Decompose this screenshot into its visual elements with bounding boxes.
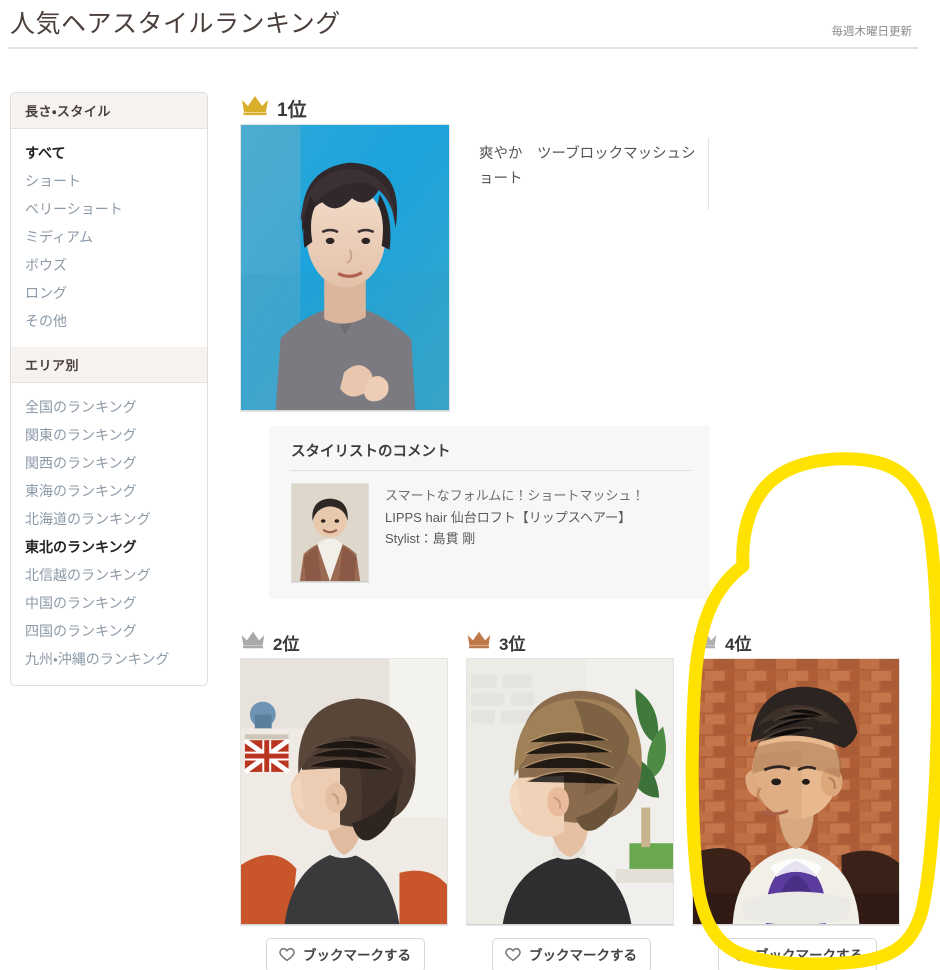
rank-3-label: 3位 <box>499 636 525 655</box>
sidebar-item-area-shikoku[interactable]: 四国のランキング <box>11 617 207 645</box>
heart-icon <box>504 946 522 965</box>
rank-2-label: 2位 <box>273 636 299 655</box>
rank-2-header: 2位 <box>240 625 466 655</box>
sidebar-item-area-kanto[interactable]: 関東のランキング <box>11 421 207 449</box>
sidebar-item-area-chugoku[interactable]: 中国のランキング <box>11 589 207 617</box>
rank-1-label: 1位 <box>277 101 307 122</box>
sidebar-list-length-style: すべて ショート ベリーショート ミディアム ボウズ ロング その他 <box>11 129 207 347</box>
rank-3-bookmark-label: ブックマークする <box>529 949 637 963</box>
rank-4-bookmark-label: ブックマークする <box>755 949 863 963</box>
rank-4-label: 4位 <box>725 636 751 655</box>
sidebar-item-area-hokkaido[interactable]: 北海道のランキング <box>11 505 207 533</box>
sidebar-item-area-kyushu-okinawa[interactable]: 九州・沖縄のランキング <box>11 645 207 673</box>
page-title: 人気ヘアスタイルランキング <box>10 4 341 40</box>
crown-icon <box>466 629 492 655</box>
crown-icon <box>692 629 718 655</box>
header-divider <box>8 47 918 49</box>
sidebar-item-area-tohoku[interactable]: 東北のランキング <box>11 533 207 561</box>
sidebar: 長さ・スタイル すべて ショート ベリーショート ミディアム ボウズ ロング そ… <box>10 92 208 686</box>
page-header: 人気ヘアスタイルランキング 毎週木曜日更新 <box>0 0 940 52</box>
rank-3-bookmark-button[interactable]: ブックマークする <box>492 938 651 970</box>
sidebar-section-heading-area: エリア別 <box>11 347 207 383</box>
rank-2-photo[interactable] <box>240 658 448 926</box>
crown-icon <box>240 93 270 122</box>
stylist-avatar[interactable] <box>291 483 369 583</box>
sidebar-item-bouzu[interactable]: ボウズ <box>11 251 207 279</box>
rank-4-bookmark-button[interactable]: ブックマークする <box>718 938 877 970</box>
sidebar-item-area-tokai[interactable]: 東海のランキング <box>11 477 207 505</box>
stylist-comment-headline: スマートなフォルムに！ショートマッシュ！ <box>385 485 692 507</box>
stylist-comment-text: スマートなフォルムに！ショートマッシュ！ LIPPS hair 仙台ロフト【リッ… <box>385 483 692 583</box>
rank-3-header: 3位 <box>466 625 692 655</box>
rank-4-item: 4位 <box>692 625 918 970</box>
sidebar-item-area-national[interactable]: 全国のランキング <box>11 393 207 421</box>
sidebar-item-all[interactable]: すべて <box>11 139 207 167</box>
rank-1-details: 爽やか ツーブロックマッシュショート ブックマークする <box>450 124 930 412</box>
sidebar-item-very-short[interactable]: ベリーショート <box>11 195 207 223</box>
rank-2-bookmark-label: ブックマークする <box>303 949 411 963</box>
rank-1-header: 1位 <box>240 92 930 122</box>
rank-1-vertical-divider <box>708 138 709 210</box>
stylist-comment-salon[interactable]: LIPPS hair 仙台ロフト【リップスヘアー】 <box>385 507 692 528</box>
rank-1-style-name[interactable]: 爽やか ツーブロックマッシュショート <box>479 124 709 192</box>
sidebar-item-long[interactable]: ロング <box>11 279 207 307</box>
sidebar-section-heading-length-style: 長さ・スタイル <box>11 93 207 129</box>
sidebar-item-area-hokushinetsu[interactable]: 北信越のランキング <box>11 561 207 589</box>
rank-1-item: 爽やか ツーブロックマッシュショート ブックマークする <box>240 124 930 599</box>
stylist-comment-stylist-name: Stylist：島貫 剛 <box>385 528 692 549</box>
rank-2-bookmark-button[interactable]: ブックマークする <box>266 938 425 970</box>
rank-3-photo[interactable] <box>466 658 674 926</box>
sidebar-item-other[interactable]: その他 <box>11 307 207 335</box>
rank-4-photo[interactable] <box>692 658 900 926</box>
sidebar-item-area-kansai[interactable]: 関西のランキング <box>11 449 207 477</box>
crown-icon <box>240 629 266 655</box>
heart-icon <box>278 946 296 965</box>
stylist-comment-card: スタイリストのコメント <box>269 426 710 599</box>
rank-4-header: 4位 <box>692 625 918 655</box>
stylist-comment-title: スタイリストのコメント <box>291 440 692 471</box>
sidebar-item-medium[interactable]: ミディアム <box>11 223 207 251</box>
rank-3-item: 3位 <box>466 625 692 970</box>
ranking-main: 1位 <box>240 92 930 970</box>
ranking-grid: 2位 <box>240 625 930 970</box>
rank-1-photo[interactable] <box>240 124 450 412</box>
rank-2-item: 2位 <box>240 625 466 970</box>
sidebar-item-short[interactable]: ショート <box>11 167 207 195</box>
update-note: 毎週木曜日更新 <box>832 23 913 39</box>
heart-icon <box>730 946 748 965</box>
sidebar-list-area: 全国のランキング 関東のランキング 関西のランキング 東海のランキング 北海道の… <box>11 383 207 685</box>
page-root: 人気ヘアスタイルランキング 毎週木曜日更新 長さ・スタイル すべて ショート ベ… <box>0 0 940 970</box>
